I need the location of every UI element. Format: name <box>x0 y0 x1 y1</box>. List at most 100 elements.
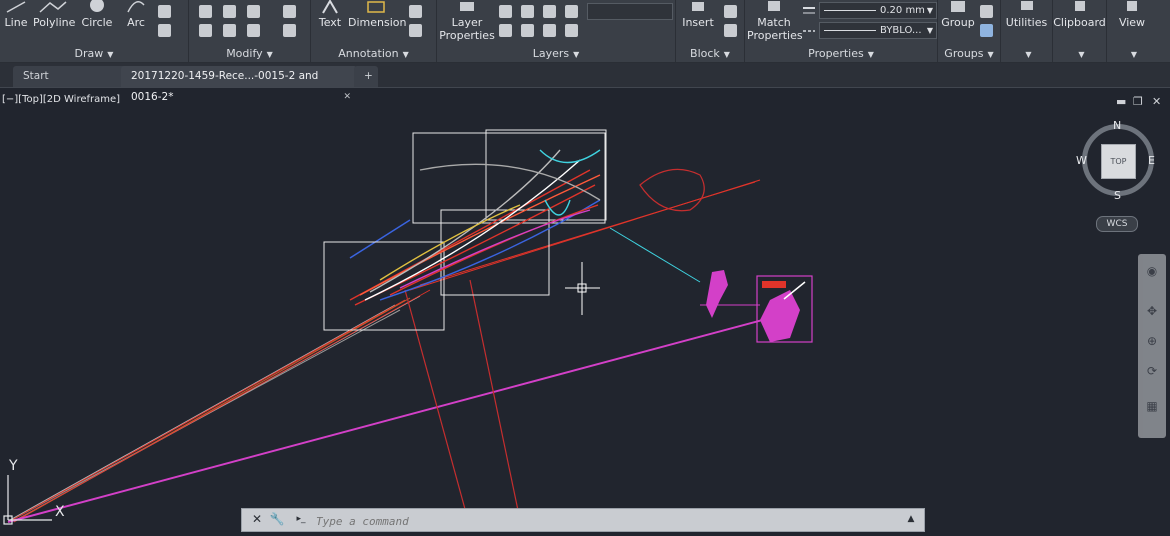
arc-tool[interactable]: Arc <box>124 0 148 29</box>
leader-icon[interactable] <box>409 5 422 18</box>
ungroup-icon[interactable] <box>980 5 993 18</box>
array-icon[interactable] <box>247 24 260 37</box>
command-prompt-icon[interactable]: ▸_ <box>290 510 312 529</box>
arc-icon <box>124 0 148 16</box>
mirror-icon[interactable] <box>223 5 236 18</box>
linetype-icon <box>803 23 815 37</box>
group-select-icon[interactable] <box>980 24 993 37</box>
erase-icon[interactable] <box>283 5 296 18</box>
chevron-down-icon: ▼ <box>723 50 730 59</box>
lineweight-sample <box>824 10 876 11</box>
circle-tool[interactable]: Circle <box>81 0 113 29</box>
view-panel[interactable]: View ▼ <box>1107 0 1157 62</box>
line-tool[interactable]: Line <box>3 0 29 29</box>
layer-properties-icon <box>439 0 495 16</box>
chevron-down-icon: ▼ <box>867 50 874 59</box>
annotation-panel-title[interactable]: Annotation ▼ <box>311 47 436 60</box>
chevron-down-icon: ▼ <box>926 6 933 15</box>
group-button[interactable]: Group <box>940 0 976 29</box>
viewcube-top-face[interactable]: TOP <box>1101 144 1136 179</box>
chevron-down-icon: ▼ <box>402 50 409 59</box>
layer-isolate-icon[interactable] <box>521 5 534 18</box>
showmotion-icon[interactable]: ▦ <box>1144 399 1160 415</box>
layer-dropdown[interactable] <box>587 3 673 20</box>
compass-south[interactable]: S <box>1114 189 1121 202</box>
block-panel-title[interactable]: Block ▼ <box>676 47 744 60</box>
layer-thaw-icon[interactable] <box>543 24 556 37</box>
linetype-dropdown[interactable]: BYBLO... ▼ <box>819 22 937 39</box>
zoom-extents-icon[interactable]: ⊕ <box>1144 334 1160 350</box>
steering-wheel-icon[interactable]: ◉ <box>1144 264 1160 280</box>
compass-north[interactable]: N <box>1113 119 1121 132</box>
view-button[interactable]: View <box>1107 0 1157 29</box>
move-icon[interactable] <box>199 5 212 18</box>
rectangle-icon[interactable] <box>158 24 171 37</box>
tab-start[interactable]: Start <box>13 66 129 87</box>
wcs-menu[interactable]: WCS <box>1096 216 1138 232</box>
close-icon[interactable]: ✕ <box>248 510 266 529</box>
dense-geometry <box>349 149 601 306</box>
layer-unisolate-icon[interactable] <box>521 24 534 37</box>
polyline-tool[interactable]: Polyline <box>33 0 75 29</box>
drawing-canvas[interactable] <box>0 88 1170 536</box>
chevron-up-icon[interactable]: ▲ <box>902 510 920 529</box>
layer-freeze-icon[interactable] <box>543 5 556 18</box>
layer-unlock-icon[interactable] <box>565 24 578 37</box>
orbit-icon[interactable]: ⟳ <box>1144 364 1160 380</box>
chevron-down-icon: ▼ <box>266 50 273 59</box>
radiating-lines <box>7 179 771 523</box>
ucs-x-label: X <box>55 504 65 520</box>
properties-panel: Match Properties 0.20 mm ▼ BYBLO... ▼ Pr… <box>745 0 938 62</box>
compass-west[interactable]: W <box>1076 154 1087 167</box>
view-icon <box>1107 0 1157 16</box>
modify-panel-title[interactable]: Modify ▼ <box>189 47 310 60</box>
annotation-panel: Text Dimension Annotation ▼ <box>311 0 437 62</box>
insert-button[interactable]: Insert <box>678 0 718 29</box>
layer-lock-icon[interactable] <box>565 5 578 18</box>
match-properties-icon <box>747 0 801 16</box>
file-tab-bar: Start 20171220-1459-Rece...-0015-2 and 0… <box>0 63 1170 103</box>
circle-icon <box>81 0 113 16</box>
command-input[interactable] <box>314 512 838 530</box>
lineweight-icon <box>803 3 815 17</box>
fillet-icon[interactable] <box>247 5 260 18</box>
insert-icon <box>678 0 718 16</box>
groups-panel-title[interactable]: Groups ▼ <box>938 47 1000 60</box>
layer-on-icon[interactable] <box>499 24 512 37</box>
offset-icon[interactable] <box>283 24 296 37</box>
utilities-button[interactable]: Utilities <box>1001 0 1052 29</box>
new-tab-button[interactable]: + <box>354 66 378 87</box>
ucs-y-label: Y <box>9 458 18 474</box>
utilities-panel[interactable]: Utilities ▼ <box>1001 0 1053 62</box>
compass-east[interactable]: E <box>1148 154 1155 167</box>
create-block-icon[interactable] <box>724 5 737 18</box>
properties-panel-title[interactable]: Properties ▼ <box>745 47 937 60</box>
dimension-icon <box>348 0 404 16</box>
edit-block-icon[interactable] <box>724 24 737 37</box>
linetype-sample <box>824 30 876 31</box>
tab-drawing[interactable]: 20171220-1459-Rece...-0015-2 and 0016-2*… <box>121 66 357 103</box>
pan-icon[interactable]: ✥ <box>1144 304 1160 320</box>
copy-icon[interactable] <box>199 24 212 37</box>
layer-off-icon[interactable] <box>499 5 512 18</box>
chevron-down-icon: ▼ <box>573 50 580 59</box>
customize-wrench-icon[interactable]: 🔧 <box>268 510 286 529</box>
text-tool[interactable]: Text <box>317 0 343 29</box>
command-line: ✕ 🔧 ▸_ ▲ <box>241 508 925 532</box>
layer-properties-button[interactable]: Layer Properties <box>439 0 495 42</box>
table-icon[interactable] <box>409 24 422 37</box>
hatch-icon[interactable] <box>158 5 171 18</box>
red-outline-shape <box>639 168 705 212</box>
dimension-tool[interactable]: Dimension <box>348 0 406 29</box>
draw-panel-title[interactable]: Draw ▼ <box>0 47 188 60</box>
stretch-icon[interactable] <box>223 24 236 37</box>
match-properties-button[interactable]: Match Properties <box>747 0 803 42</box>
draw-panel: Line Polyline Circle Arc Draw ▼ <box>0 0 189 62</box>
clipboard-button[interactable]: Clipboard <box>1053 0 1106 29</box>
crosshair-cursor <box>565 262 600 315</box>
chevron-down-icon: ▼ <box>926 26 933 35</box>
layers-panel-title[interactable]: Layers ▼ <box>437 47 675 60</box>
line-icon <box>3 0 29 16</box>
clipboard-panel[interactable]: Clipboard ▼ <box>1053 0 1107 62</box>
lineweight-dropdown[interactable]: 0.20 mm ▼ <box>819 2 937 19</box>
